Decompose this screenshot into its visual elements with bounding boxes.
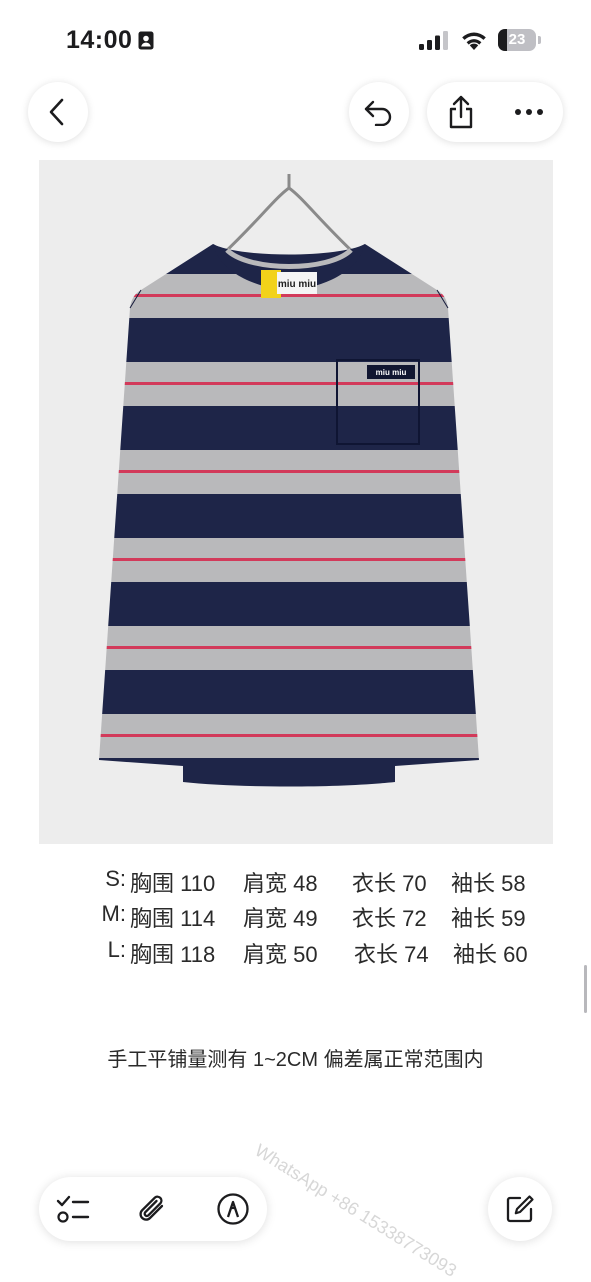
bottom-toolbar (39, 1177, 267, 1241)
size-label: L: (107, 937, 126, 962)
sleeve-value: 袖长 58 (451, 871, 526, 896)
compose-icon (506, 1195, 534, 1223)
red-pinstripe (99, 734, 479, 737)
red-pinstripe (99, 470, 479, 473)
undo-button[interactable] (349, 82, 409, 142)
id-card-icon (138, 31, 154, 50)
chest-value: 胸围 118 (130, 942, 216, 967)
red-pinstripe (99, 558, 479, 561)
shoulder-value: 肩宽 48 (243, 871, 318, 896)
checklist-icon (56, 1195, 90, 1223)
navy-stripe (99, 494, 479, 538)
size-label: S: (105, 866, 126, 891)
navy-stripe (99, 670, 479, 714)
watermark: WhatsApp +86 15338773093 (251, 1140, 461, 1281)
battery-icon: 23 (498, 29, 542, 51)
wifi-icon (462, 32, 486, 50)
sleeve-value: 袖长 59 (451, 906, 526, 931)
battery-level: 23 (508, 31, 526, 48)
more-icon (515, 109, 543, 115)
navy-stripe (99, 318, 479, 362)
measurement-note: 手工平铺量测有 1~2CM 偏差属正常范围内 (107, 1049, 484, 1071)
shoulder-value: 肩宽 49 (243, 906, 318, 931)
scroll-indicator[interactable] (584, 965, 587, 1013)
sleeve-value: 袖长 60 (453, 942, 528, 967)
back-button[interactable] (28, 82, 88, 142)
markup-pen-icon (217, 1193, 249, 1225)
navy-stripe (99, 582, 479, 626)
length-value: 衣长 70 (352, 871, 427, 896)
size-row-l: L: 胸围 118 肩宽 50 衣长 74 袖长 60 (0, 937, 591, 969)
more-button[interactable] (495, 82, 563, 142)
striped-sweater-image: miu miu miu miu (99, 174, 479, 787)
length-value: 衣长 74 (354, 942, 429, 967)
navy-stripe (99, 758, 479, 787)
compose-button[interactable] (488, 1177, 552, 1241)
markup-button[interactable] (203, 1179, 263, 1239)
paperclip-icon (139, 1195, 164, 1221)
chevron-left-icon (49, 98, 64, 126)
size-row-m: M: 胸围 114 肩宽 49 衣长 72 袖长 59 (0, 901, 591, 933)
red-pinstripe (99, 382, 479, 385)
share-button[interactable] (427, 82, 495, 142)
size-row-s: S: 胸围 110 肩宽 48 衣长 70 袖长 58 (0, 866, 591, 898)
share-icon (449, 95, 473, 129)
shoulder-value: 肩宽 50 (243, 942, 318, 967)
undo-icon (364, 100, 392, 126)
actions-pill (427, 82, 563, 142)
attach-button[interactable] (123, 1179, 183, 1239)
chest-value: 胸围 114 (130, 906, 216, 931)
chest-value: 胸围 110 (130, 871, 216, 896)
size-label: M: (101, 901, 126, 926)
red-pinstripe (99, 646, 479, 649)
status-time: 14:00 (66, 26, 133, 54)
red-pinstripe (99, 294, 479, 297)
checklist-button[interactable] (43, 1179, 103, 1239)
tag-text: miu miu (278, 279, 316, 290)
length-value: 衣长 72 (352, 906, 427, 931)
navy-stripe (99, 406, 479, 450)
pocket-logo: miu miu (376, 368, 407, 377)
signal-icon (419, 31, 448, 50)
status-bar: 14:00 23 (0, 0, 591, 80)
hanger (219, 174, 359, 258)
product-photo[interactable]: miu miu miu miu (39, 160, 553, 844)
